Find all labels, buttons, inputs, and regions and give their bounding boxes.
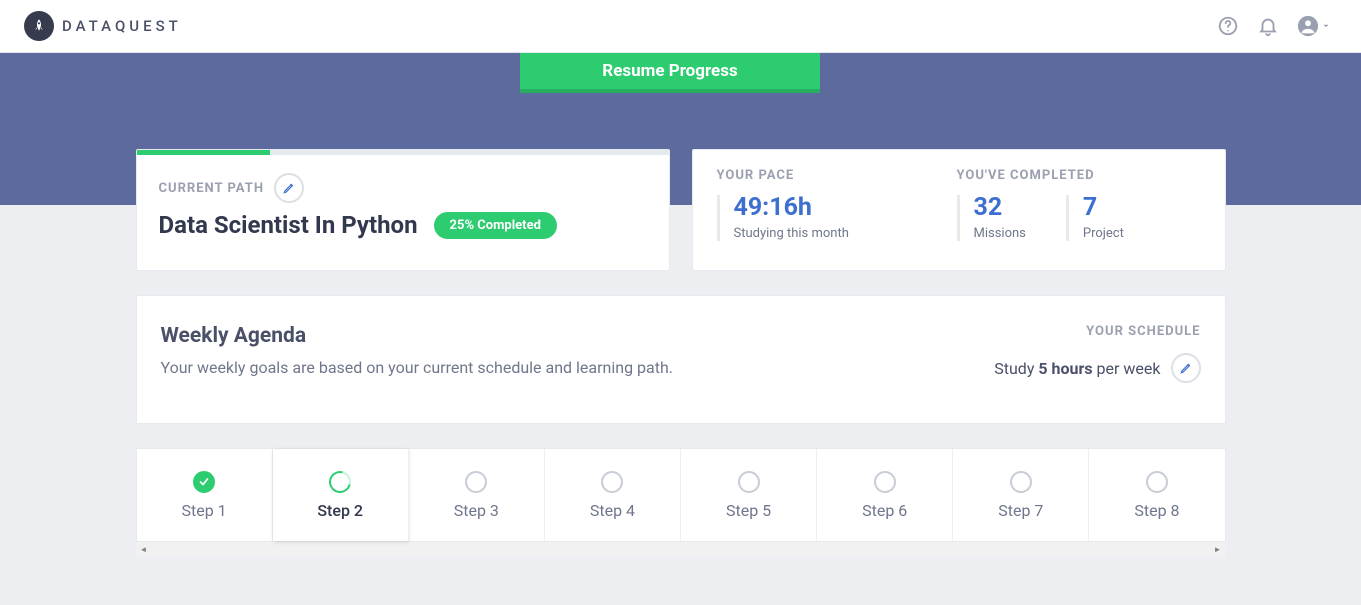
check-icon bbox=[193, 471, 215, 493]
step-tab-4[interactable]: Step 4 bbox=[545, 449, 681, 541]
app-header: DATAQUEST bbox=[0, 0, 1361, 53]
pace-value: 49:16h bbox=[734, 195, 957, 220]
step-status-icon bbox=[325, 466, 355, 496]
step-tab-3[interactable]: Step 3 bbox=[409, 449, 545, 541]
weekly-agenda-card: Weekly Agenda Your weekly goals are base… bbox=[136, 295, 1226, 424]
step-label: Step 8 bbox=[1134, 501, 1179, 520]
rocket-icon bbox=[24, 11, 54, 41]
step-tab-8[interactable]: Step 8 bbox=[1089, 449, 1224, 541]
bell-icon[interactable] bbox=[1257, 15, 1279, 37]
step-label: Step 7 bbox=[998, 501, 1043, 520]
scroll-right-icon[interactable]: ► bbox=[1212, 545, 1224, 554]
step-status-icon bbox=[465, 471, 487, 493]
step-status-icon bbox=[601, 471, 623, 493]
step-label: Step 4 bbox=[590, 501, 635, 520]
stats-card: YOUR PACE 49:16h Studying this month YOU… bbox=[692, 149, 1226, 271]
step-label: Step 3 bbox=[454, 501, 499, 520]
completion-pill: 25% Completed bbox=[434, 212, 557, 239]
schedule-suffix: per week bbox=[1093, 359, 1161, 378]
completed-label: YOU'VE COMPLETED bbox=[957, 168, 1201, 183]
path-title: Data Scientist In Python bbox=[159, 211, 418, 239]
step-tab-2[interactable]: Step 2 bbox=[273, 449, 409, 541]
step-tab-5[interactable]: Step 5 bbox=[681, 449, 817, 541]
step-label: Step 5 bbox=[726, 501, 771, 520]
horizontal-scrollbar[interactable]: ◄ ► bbox=[136, 542, 1226, 557]
step-label: Step 6 bbox=[862, 501, 907, 520]
schedule-text: Study 5 hours per week bbox=[994, 359, 1160, 378]
header-actions bbox=[1217, 15, 1337, 37]
missions-sub: Missions bbox=[974, 226, 1026, 241]
brand-name: DATAQUEST bbox=[62, 17, 182, 35]
help-icon[interactable] bbox=[1217, 15, 1239, 37]
resume-progress-button[interactable]: Resume Progress bbox=[520, 53, 820, 93]
pace-sub: Studying this month bbox=[734, 226, 957, 241]
schedule-prefix: Study bbox=[994, 359, 1038, 378]
account-icon[interactable] bbox=[1297, 15, 1331, 37]
steps-nav: Step 1 Step 2 Step 3 Step 4 Step 5 Step 6 Step… bbox=[136, 448, 1226, 542]
pace-label: YOUR PACE bbox=[717, 168, 957, 183]
step-status-icon bbox=[1146, 471, 1168, 493]
current-path-card: CURRENT PATH Data Scientist In Python 25… bbox=[136, 149, 670, 271]
step-tab-7[interactable]: Step 7 bbox=[953, 449, 1089, 541]
step-status-icon bbox=[738, 471, 760, 493]
brand-logo[interactable]: DATAQUEST bbox=[24, 11, 182, 41]
project-sub: Project bbox=[1083, 226, 1124, 241]
agenda-title: Weekly Agenda bbox=[161, 324, 674, 348]
missions-value: 32 bbox=[974, 195, 1026, 220]
edit-path-button[interactable] bbox=[274, 173, 304, 203]
project-value: 7 bbox=[1083, 195, 1124, 220]
step-tab-6[interactable]: Step 6 bbox=[817, 449, 953, 541]
edit-schedule-button[interactable] bbox=[1171, 353, 1201, 383]
scroll-left-icon[interactable]: ◄ bbox=[138, 545, 150, 554]
step-status-icon bbox=[874, 471, 896, 493]
agenda-sub: Your weekly goals are based on your curr… bbox=[161, 358, 674, 377]
content-scroll[interactable]: Resume Progress CURRENT PATH Data Scie bbox=[0, 53, 1361, 605]
step-status-icon bbox=[1010, 471, 1032, 493]
step-label: Step 2 bbox=[317, 501, 363, 520]
schedule-label: YOUR SCHEDULE bbox=[994, 324, 1200, 339]
step-tab-1[interactable]: Step 1 bbox=[137, 449, 273, 541]
schedule-hours: 5 hours bbox=[1038, 359, 1092, 378]
step-label: Step 1 bbox=[181, 501, 226, 520]
current-path-label: CURRENT PATH bbox=[159, 181, 265, 196]
